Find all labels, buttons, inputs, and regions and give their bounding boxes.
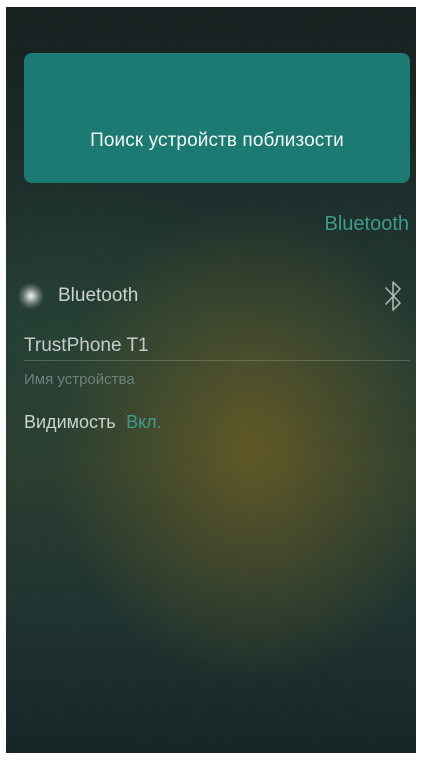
bluetooth-icon bbox=[385, 281, 401, 311]
bluetooth-toggle-indicator[interactable] bbox=[18, 283, 44, 309]
visibility-label: Видимость bbox=[24, 412, 116, 432]
visibility-value[interactable]: Вкл. bbox=[126, 412, 162, 432]
bluetooth-settings-screen: Поиск устройств поблизости Bluetooth Blu… bbox=[6, 7, 416, 753]
visibility-row[interactable]: Видимость Вкл. bbox=[24, 412, 162, 433]
search-nearby-devices-button[interactable]: Поиск устройств поблизости bbox=[24, 53, 410, 183]
device-name-field[interactable]: TrustPhone T1 bbox=[24, 335, 149, 357]
device-name-caption: Имя устройства bbox=[24, 371, 135, 388]
search-nearby-devices-label: Поиск устройств поблизости bbox=[90, 130, 344, 151]
bluetooth-toggle-label: Bluetooth bbox=[58, 285, 139, 306]
device-name-divider bbox=[24, 360, 410, 361]
section-title: Bluetooth bbox=[324, 213, 409, 235]
bluetooth-toggle-row[interactable]: Bluetooth bbox=[18, 279, 410, 315]
